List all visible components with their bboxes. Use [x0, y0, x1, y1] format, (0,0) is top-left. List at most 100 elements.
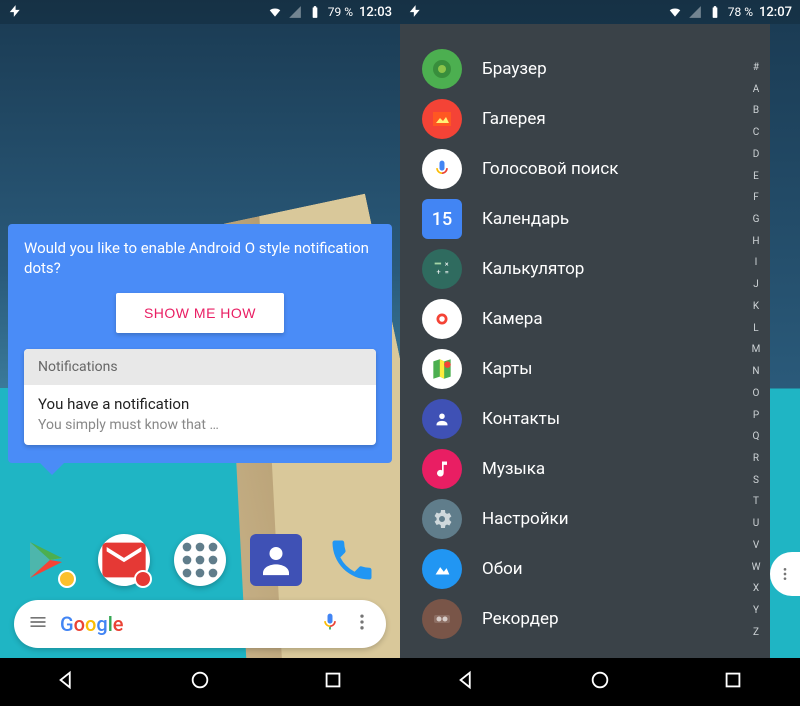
- home-button[interactable]: [189, 669, 211, 695]
- phone-left-homescreen: 79 % 12:03 Would you like to enable Andr…: [0, 0, 400, 706]
- app-label: Карты: [482, 359, 532, 379]
- google-search-bar[interactable]: Google: [14, 600, 386, 648]
- hamburger-icon[interactable]: [28, 612, 48, 636]
- calculator-icon: ×+=: [422, 249, 462, 289]
- back-button[interactable]: [56, 669, 78, 695]
- dialog-text: Would you like to enable Android O style…: [24, 238, 376, 279]
- home-button[interactable]: [589, 669, 611, 695]
- play-store-icon[interactable]: [22, 534, 74, 586]
- index-letter[interactable]: X: [748, 583, 764, 594]
- app-label: Музыка: [482, 459, 545, 479]
- index-letter[interactable]: R: [748, 453, 764, 464]
- recents-button[interactable]: [322, 669, 344, 695]
- index-letter[interactable]: Z: [748, 627, 764, 638]
- navigation-bar: [400, 658, 800, 706]
- notification-subtitle: You simply must know that …: [38, 417, 362, 433]
- camera-icon: [422, 299, 462, 339]
- voice-search-icon[interactable]: [320, 612, 340, 636]
- index-letter[interactable]: O: [748, 388, 764, 399]
- app-row-wallpaper[interactable]: Обои: [422, 544, 770, 594]
- index-letter[interactable]: A: [748, 84, 764, 95]
- notification-dots-dialog: Would you like to enable Android O style…: [8, 224, 392, 463]
- app-row-gallery[interactable]: Галерея: [422, 94, 770, 144]
- navigation-bar: [0, 658, 400, 706]
- more-icon[interactable]: [352, 612, 372, 636]
- app-row-recorder[interactable]: Рекордер: [422, 594, 770, 644]
- index-letter[interactable]: U: [748, 518, 764, 529]
- notification-title: You have a notification: [38, 395, 362, 413]
- settings-icon: [422, 499, 462, 539]
- browser-icon: [422, 49, 462, 89]
- index-letter[interactable]: D: [748, 149, 764, 160]
- index-letter[interactable]: T: [748, 496, 764, 507]
- app-row-music[interactable]: Музыка: [422, 444, 770, 494]
- app-row-browser[interactable]: Браузер: [422, 44, 770, 94]
- app-label: Камера: [482, 309, 543, 329]
- alphabet-scrollbar[interactable]: # ABCDEFGHIJKLMNOPQRSTUVWXYZ: [748, 62, 764, 638]
- status-bar: 79 % 12:03: [0, 0, 400, 24]
- app-label: Галерея: [482, 109, 546, 129]
- battery-percent: 78 %: [728, 5, 753, 19]
- gallery-icon: [422, 99, 462, 139]
- recorder-icon: [422, 599, 462, 639]
- index-letter[interactable]: M: [748, 344, 764, 355]
- index-letter[interactable]: N: [748, 366, 764, 377]
- contacts-icon[interactable]: [250, 534, 302, 586]
- clock: 12:07: [759, 5, 792, 20]
- index-letter[interactable]: Y: [748, 605, 764, 616]
- back-button[interactable]: [456, 669, 478, 695]
- app-row-voice[interactable]: Голосовой поиск: [422, 144, 770, 194]
- index-letter[interactable]: G: [748, 214, 764, 225]
- signal-icon: [288, 5, 302, 19]
- index-letter[interactable]: F: [748, 192, 764, 203]
- wallpaper-icon: [422, 549, 462, 589]
- app-row-calendar[interactable]: 15 Календарь: [422, 194, 770, 244]
- notification-preview-card[interactable]: Notifications You have a notification Yo…: [24, 349, 376, 445]
- dock: [0, 534, 400, 586]
- app-row-phone[interactable]: Телефон: [422, 644, 770, 658]
- clock: 12:03: [359, 5, 392, 20]
- play-badge-icon: [58, 570, 76, 588]
- status-bar: 78 % 12:07: [400, 0, 800, 24]
- index-letter[interactable]: S: [748, 475, 764, 486]
- index-letter[interactable]: B: [748, 105, 764, 116]
- index-letter[interactable]: L: [748, 323, 764, 334]
- app-label: Обои: [482, 559, 523, 579]
- index-letter[interactable]: W: [748, 562, 764, 573]
- index-letter[interactable]: P: [748, 410, 764, 421]
- contacts-icon: [422, 399, 462, 439]
- battery-icon: [708, 5, 722, 19]
- app-label: Календарь: [482, 209, 569, 229]
- app-label: Браузер: [482, 59, 547, 79]
- index-letter[interactable]: J: [748, 279, 764, 290]
- app-row-settings[interactable]: Настройки: [422, 494, 770, 544]
- index-letter[interactable]: H: [748, 236, 764, 247]
- recents-button[interactable]: [722, 669, 744, 695]
- app-label: Рекордер: [482, 609, 559, 629]
- voice-icon: [422, 149, 462, 189]
- app-label: Контакты: [482, 409, 560, 429]
- index-letter[interactable]: E: [748, 171, 764, 182]
- index-letter[interactable]: K: [748, 301, 764, 312]
- gmail-icon[interactable]: [98, 534, 150, 586]
- app-row-contacts[interactable]: Контакты: [422, 394, 770, 444]
- index-letter[interactable]: I: [748, 257, 764, 268]
- app-row-calculator[interactable]: ×+=Калькулятор: [422, 244, 770, 294]
- app-row-maps[interactable]: Карты: [422, 344, 770, 394]
- index-letter[interactable]: #: [748, 62, 764, 73]
- index-letter[interactable]: C: [748, 127, 764, 138]
- index-letter[interactable]: V: [748, 540, 764, 551]
- music-icon: [422, 449, 462, 489]
- show-me-how-button[interactable]: SHOW ME HOW: [116, 293, 284, 333]
- index-letter[interactable]: Q: [748, 431, 764, 442]
- app-row-camera[interactable]: Камера: [422, 294, 770, 344]
- lightning-icon: [8, 4, 22, 21]
- app-drawer-button[interactable]: [174, 534, 226, 586]
- phone-icon[interactable]: [326, 534, 378, 586]
- wifi-icon: [268, 5, 282, 19]
- app-drawer[interactable]: Браузер Галерея Голосовой поиск 15 Календарь…: [400, 24, 770, 658]
- lightning-icon: [408, 4, 422, 21]
- app-label: Голосовой поиск: [482, 159, 618, 179]
- calendar-icon: 15: [422, 199, 462, 239]
- svg-text:+: +: [437, 268, 441, 277]
